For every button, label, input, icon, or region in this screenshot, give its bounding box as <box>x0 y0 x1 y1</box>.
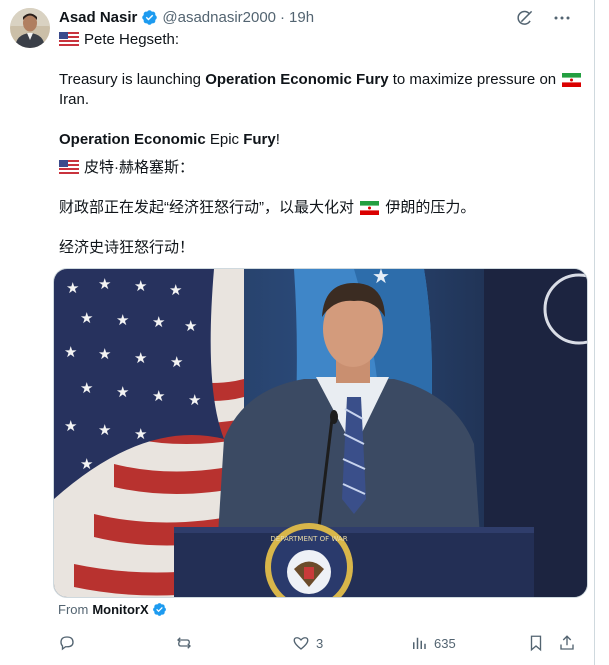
verified-icon <box>152 602 167 617</box>
reply-icon <box>60 636 74 651</box>
iran-flag-icon <box>562 73 582 93</box>
svg-text:★: ★ <box>64 343 77 361</box>
body-line-en-2: Iran. <box>59 91 90 108</box>
epic-text: Epic <box>205 131 244 148</box>
from-label: From <box>58 602 89 617</box>
view-count: 635 <box>434 635 456 651</box>
epic-line-en: Operation Economic Epic Fury! <box>59 130 280 150</box>
svg-text:★: ★ <box>134 277 147 295</box>
body-line-zh: 财政部正在发起“经济狂怒行动”，以最大化对 伊朗的压力。 <box>59 198 475 221</box>
body-line-en-1: Treasury is launching Operation Economic… <box>59 70 583 93</box>
speaker-line-zh: 皮特·赫格塞斯： <box>59 158 194 180</box>
speaker-name-zh: 皮特·赫格塞斯： <box>84 159 194 176</box>
speaker-name-en: Pete Hegseth: <box>84 31 180 48</box>
svg-text:★: ★ <box>134 349 147 367</box>
us-flag-icon <box>59 32 79 52</box>
post-header: Asad Nasir @asadnasir2000 · 19h <box>59 9 314 26</box>
body-text: to maximize pressure on <box>388 71 557 88</box>
body-text-zh: 伊朗的压力。 <box>385 199 476 216</box>
repost-icon <box>177 637 191 649</box>
svg-text:★: ★ <box>80 455 93 473</box>
epic-line-zh: 经济史诗狂怒行动！ <box>59 239 195 256</box>
speaker-line-en: Pete Hegseth: <box>59 30 179 52</box>
svg-text:★: ★ <box>152 313 165 331</box>
more-icon[interactable] <box>552 8 572 28</box>
svg-text:★: ★ <box>98 275 111 293</box>
header-separator: · <box>280 9 286 26</box>
video-media[interactable]: ★ ★★★★ ★★★★ ★★★★ ★★★★ ★★★ <box>53 268 588 598</box>
epic-bold-text: Operation Economic <box>59 131 206 148</box>
grok-icon[interactable] <box>514 8 534 28</box>
like-icon <box>293 637 309 650</box>
svg-text:★: ★ <box>169 281 182 299</box>
like-count: 3 <box>316 635 324 651</box>
podium-seal-text: DEPARTMENT OF WAR <box>270 535 347 543</box>
svg-text:★: ★ <box>188 391 201 409</box>
author-handle[interactable]: @asadnasir2000 <box>162 9 276 26</box>
body-text: Treasury is launching <box>59 71 206 88</box>
body-text-zh: 财政部正在发起“经济狂怒行动”，以最大化对 <box>59 199 354 216</box>
svg-text:★: ★ <box>66 279 79 297</box>
svg-text:★: ★ <box>134 425 147 443</box>
svg-text:★: ★ <box>80 309 93 327</box>
epic-text: ! <box>275 131 280 148</box>
action-bar: 3 635 <box>0 630 595 658</box>
share-icon <box>560 635 574 650</box>
svg-text:★: ★ <box>116 311 129 329</box>
verified-icon <box>141 9 158 26</box>
header-actions <box>514 8 572 28</box>
share-button[interactable] <box>558 634 576 652</box>
like-button[interactable]: 3 <box>292 634 323 652</box>
us-flag-icon <box>59 160 79 180</box>
bookmark-button[interactable] <box>527 634 545 652</box>
post-card: Asad Nasir @asadnasir2000 · 19h Pete Heg… <box>0 0 595 665</box>
body-bold-text: Operation Economic Fury <box>205 71 389 88</box>
epic-bold-text: Fury <box>243 131 276 148</box>
author-name[interactable]: Asad Nasir <box>59 9 137 26</box>
svg-text:★: ★ <box>98 421 111 439</box>
views-icon <box>413 637 426 649</box>
views-button[interactable]: 635 <box>410 634 456 652</box>
svg-text:★: ★ <box>152 387 165 405</box>
iran-flag-icon <box>360 201 380 221</box>
reply-button[interactable] <box>58 634 76 652</box>
source-name[interactable]: MonitorX <box>92 602 148 617</box>
svg-text:★: ★ <box>372 269 390 288</box>
bookmark-icon <box>530 635 542 652</box>
svg-text:★: ★ <box>98 345 111 363</box>
repost-button[interactable] <box>175 634 193 652</box>
svg-text:★: ★ <box>64 417 77 435</box>
svg-text:★: ★ <box>116 383 129 401</box>
video-source: From MonitorX <box>58 602 167 617</box>
post-time[interactable]: 19h <box>289 9 314 26</box>
svg-text:★: ★ <box>184 317 197 335</box>
svg-text:★: ★ <box>170 353 183 371</box>
svg-text:★: ★ <box>80 379 93 397</box>
avatar[interactable] <box>10 8 50 48</box>
